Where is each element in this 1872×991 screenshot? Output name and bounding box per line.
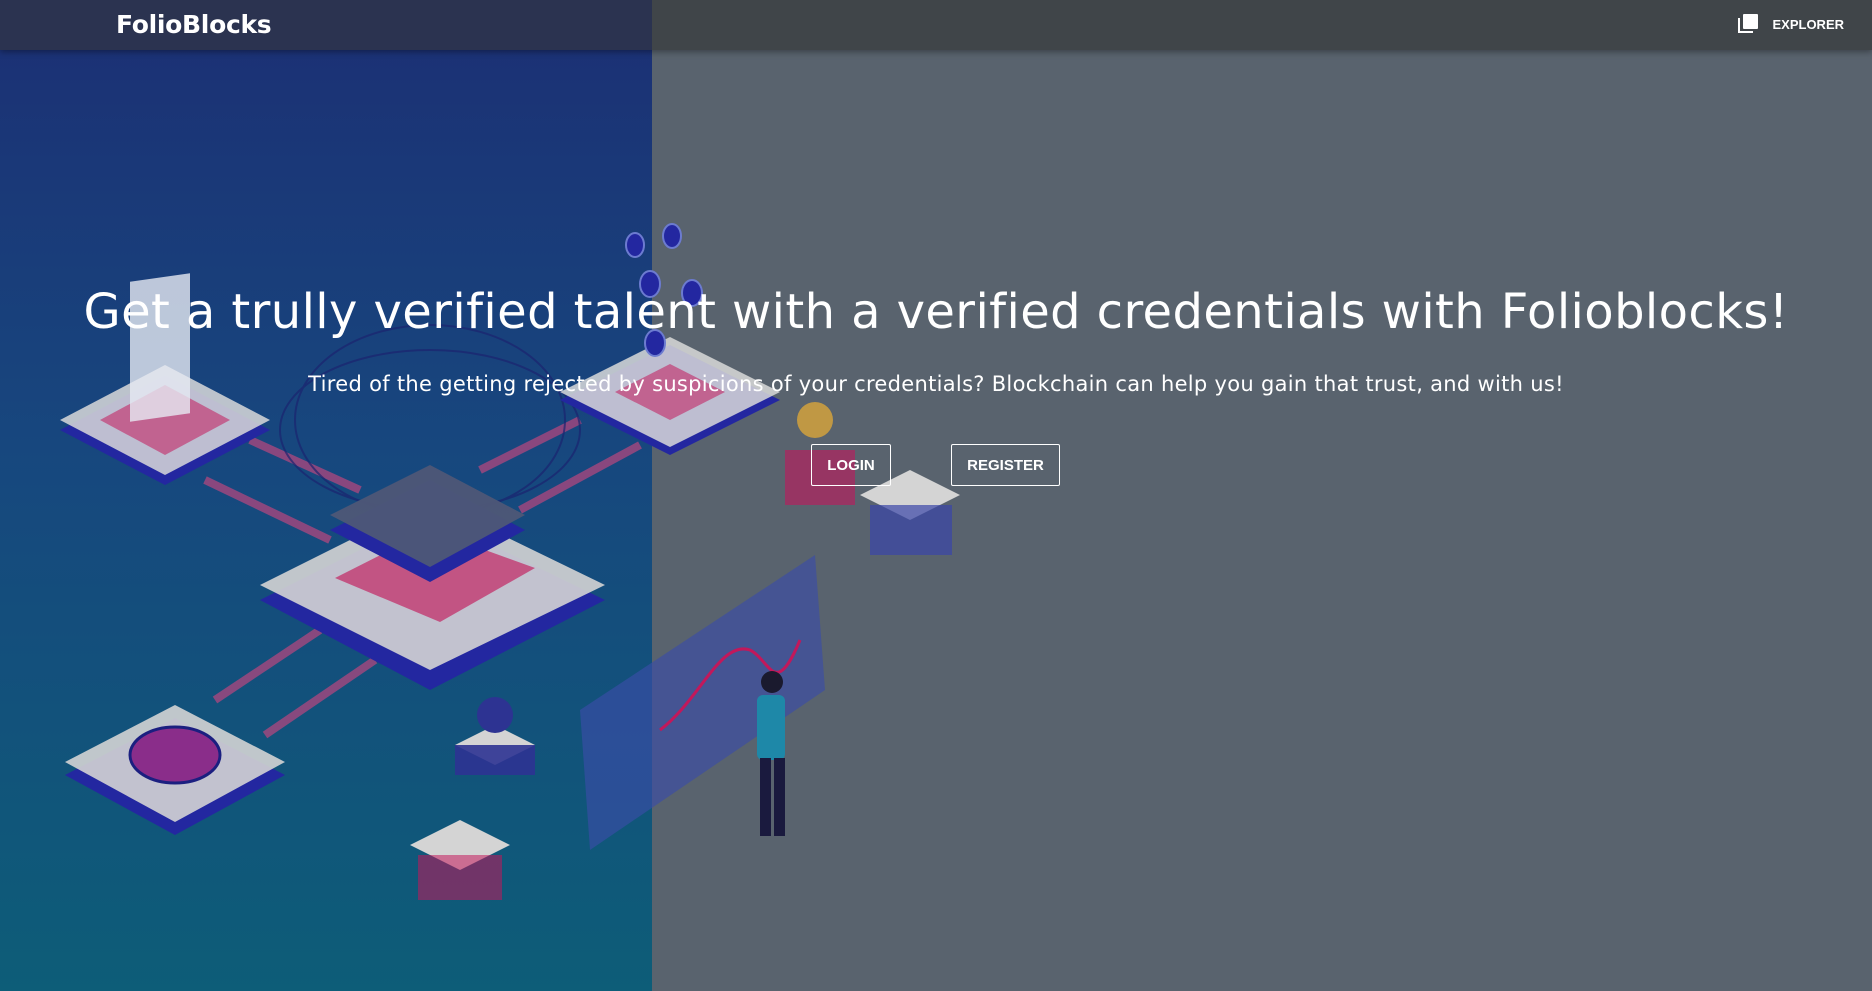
library-books-icon bbox=[1738, 14, 1760, 34]
hero-title: Get a trully verified talent with a veri… bbox=[83, 284, 1789, 340]
hero-subtitle: Tired of the getting rejected by suspici… bbox=[308, 372, 1564, 396]
page: FolioBlocks EXPLORER Get a trully verifi… bbox=[0, 0, 1872, 991]
explorer-nav-link[interactable]: EXPLORER bbox=[1738, 14, 1844, 34]
hero-section: Get a trully verified talent with a veri… bbox=[0, 0, 1872, 991]
navbar-left-section bbox=[0, 0, 652, 50]
top-navbar: FolioBlocks EXPLORER bbox=[0, 0, 1872, 50]
brand-logo[interactable]: FolioBlocks bbox=[116, 10, 272, 39]
navbar-right-section bbox=[652, 0, 1872, 50]
login-button[interactable]: LOGIN bbox=[811, 444, 891, 486]
register-button[interactable]: REGISTER bbox=[951, 444, 1060, 486]
explorer-label: EXPLORER bbox=[1772, 16, 1844, 32]
